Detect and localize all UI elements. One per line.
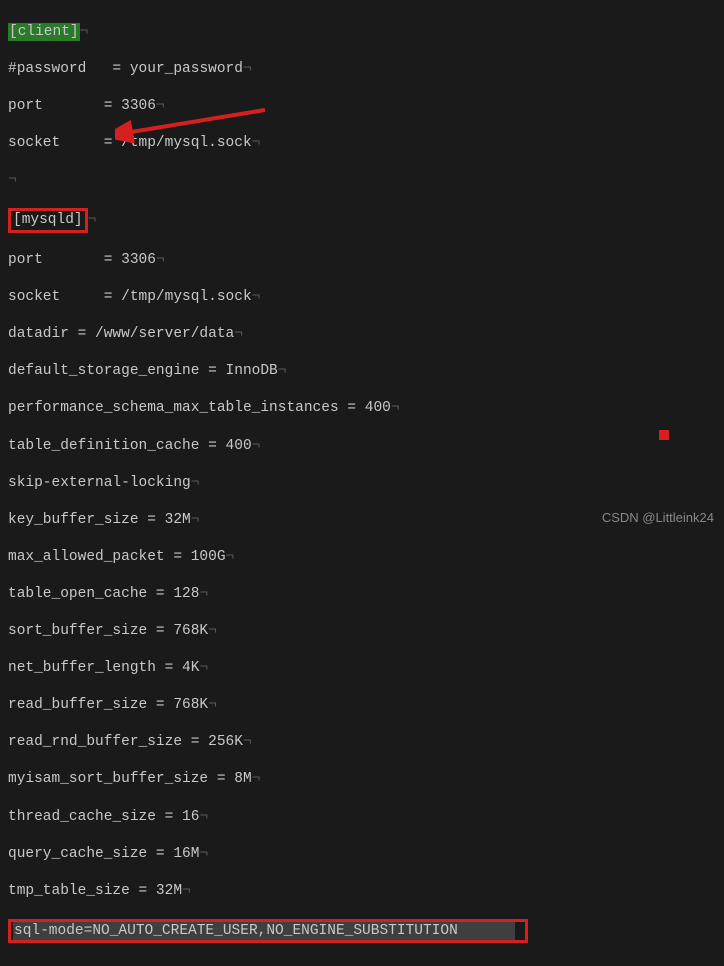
line-sql-mode: sql-mode=NO_AUTO_CREATE_USER,NO_ENGINE_S…	[8, 919, 716, 944]
line-read-rnd-buffer: read_rnd_buffer_size = 256K¬	[8, 733, 716, 752]
section-client: [client]	[8, 23, 80, 42]
line-password: #password = your_password¬	[8, 60, 716, 79]
line-table-def-cache: table_definition_cache = 400¬	[8, 437, 716, 456]
highlight-sqlmode-box: sql-mode=NO_AUTO_CREATE_USER,NO_ENGINE_S…	[8, 919, 528, 944]
cursor-marker	[659, 430, 669, 440]
line-table-open-cache: table_open_cache = 128¬	[8, 585, 716, 604]
line-sort-buffer: sort_buffer_size = 768K¬	[8, 622, 716, 641]
line-query-cache: query_cache_size = 16M¬	[8, 845, 716, 864]
line-client-section: [client]¬	[8, 23, 716, 42]
line-blank: ¬	[8, 171, 716, 190]
line-net-buffer: net_buffer_length = 4K¬	[8, 659, 716, 678]
line-tmp-table: tmp_table_size = 32M¬	[8, 882, 716, 901]
line-mysqld-socket: socket = /tmp/mysql.sock¬	[8, 288, 716, 307]
line-default-engine: default_storage_engine = InnoDB¬	[8, 362, 716, 381]
line-myisam-sort: myisam_sort_buffer_size = 8M¬	[8, 770, 716, 789]
line-perf-schema: performance_schema_max_table_instances =…	[8, 399, 716, 418]
line-client-socket: socket = /tmp/mysql.sock¬	[8, 134, 716, 153]
highlight-mysqld-box: [mysqld]	[8, 208, 88, 233]
line-mysqld-port: port = 3306¬	[8, 251, 716, 270]
config-file-editor: [client]¬ #password = your_password¬ por…	[0, 0, 724, 966]
line-read-buffer: read_buffer_size = 768K¬	[8, 696, 716, 715]
line-max-packet: max_allowed_packet = 100G¬	[8, 548, 716, 567]
pilcrow: ¬	[80, 24, 89, 40]
line-client-port: port = 3306¬	[8, 97, 716, 116]
watermark: CSDN @Littleink24	[602, 510, 714, 525]
line-datadir: datadir = /www/server/data¬	[8, 325, 716, 344]
line-thread-cache: thread_cache_size = 16¬	[8, 808, 716, 827]
line-skip-external: skip-external-locking¬	[8, 474, 716, 493]
line-mysqld-section: [mysqld]¬	[8, 208, 716, 233]
